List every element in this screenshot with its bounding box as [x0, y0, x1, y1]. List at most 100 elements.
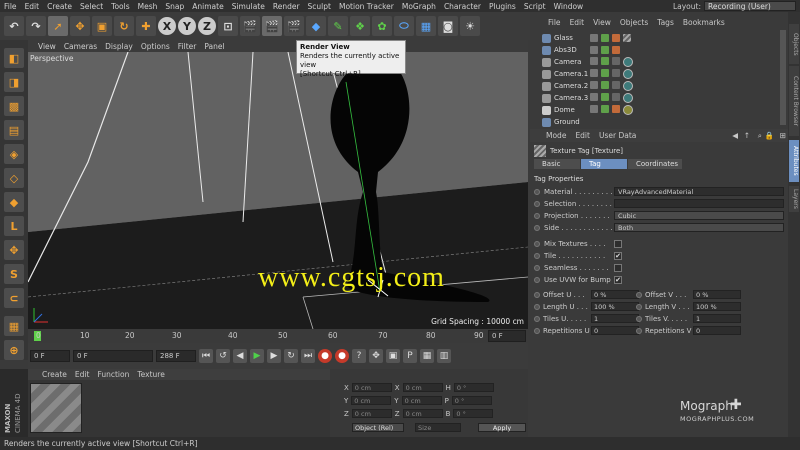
render-settings-icon[interactable]: 🎬 [284, 16, 304, 36]
vp-menu-display[interactable]: Display [105, 42, 133, 51]
tiles-u-field[interactable]: 1 [591, 314, 639, 323]
repetitions-u-field[interactable]: 0 [591, 326, 639, 335]
menu-simulate[interactable]: Simulate [228, 2, 269, 11]
obj-menu-tags[interactable]: Tags [657, 18, 674, 27]
object-row[interactable]: Camera.1 [530, 68, 788, 80]
menu-plugins[interactable]: Plugins [485, 2, 520, 11]
tab-coordinates[interactable]: Coordinates [628, 159, 682, 169]
texture-tag-icon[interactable] [623, 34, 631, 42]
menu-mesh[interactable]: Mesh [134, 2, 162, 11]
mat-menu-texture[interactable]: Texture [137, 370, 164, 379]
back-arrow-icon[interactable]: ◀ [732, 131, 738, 140]
enable-flag[interactable] [601, 105, 609, 113]
mix-textures-checkbox[interactable] [614, 239, 622, 248]
projection-dropdown[interactable]: Cubic [614, 211, 784, 220]
animate-dot[interactable] [636, 291, 642, 298]
scale-icon[interactable]: ▣ [92, 16, 112, 36]
redo-icon[interactable]: ↷ [26, 16, 46, 36]
array-icon[interactable]: ✿ [372, 16, 392, 36]
snap-icon[interactable]: S [4, 264, 24, 284]
current-frame-field[interactable]: 0 F [30, 350, 70, 362]
menu-file[interactable]: File [0, 2, 21, 11]
animate-dot[interactable] [636, 303, 642, 310]
tag-icon[interactable] [612, 105, 620, 113]
tab-attributes[interactable]: Attributes [789, 140, 799, 182]
apply-button[interactable]: Apply [478, 423, 526, 432]
tab-layers[interactable]: Layers [789, 186, 799, 212]
visibility-flag[interactable] [590, 105, 598, 113]
prev-key-icon[interactable]: ↺ [216, 349, 230, 363]
layout-dropdown[interactable]: Recording (User) [704, 1, 796, 11]
enable-flag[interactable] [601, 46, 609, 54]
workplane-grid-icon[interactable]: ▦ [4, 316, 24, 336]
next-frame-icon[interactable]: ▶ [267, 349, 281, 363]
coord-field[interactable]: 0 cm [351, 396, 392, 405]
menu-mograph[interactable]: MoGraph [398, 2, 440, 11]
repetitions-v-field[interactable]: 0 [693, 326, 741, 335]
play-icon[interactable]: ▶ [250, 349, 264, 363]
tag-icon[interactable] [612, 57, 620, 65]
enable-flag[interactable] [601, 57, 609, 65]
spline-pen-icon[interactable]: ✎ [328, 16, 348, 36]
animate-dot[interactable] [534, 264, 540, 271]
coord-size-dropdown[interactable]: Size [415, 423, 461, 432]
x-axis-icon[interactable]: X [158, 17, 176, 35]
coord-field[interactable]: 0 cm [402, 409, 443, 418]
axis-mode-icon[interactable]: L [4, 216, 24, 236]
attr-menu-edit[interactable]: Edit [575, 131, 590, 140]
offset-v-field[interactable]: 0 % [693, 290, 741, 299]
visibility-flag[interactable] [590, 46, 598, 54]
animate-dot[interactable] [636, 327, 642, 334]
length-u-field[interactable]: 100 % [591, 302, 639, 311]
tag-icon[interactable] [612, 34, 620, 42]
camera-tag-icon[interactable] [623, 69, 633, 79]
coord-field[interactable]: 0 cm [351, 383, 392, 392]
make-editable-icon[interactable]: ◧ [4, 48, 24, 68]
object-row[interactable]: Ground [530, 116, 788, 128]
move-icon[interactable]: ✥ [70, 16, 90, 36]
animate-dot[interactable] [534, 200, 540, 207]
object-row[interactable]: Abs3D [530, 44, 788, 56]
floor-icon[interactable]: ▦ [416, 16, 436, 36]
animate-dot[interactable] [534, 240, 540, 247]
tiles-v-field[interactable]: 1 [693, 314, 741, 323]
menu-motion-tracker[interactable]: Motion Tracker [335, 2, 398, 11]
camera-tag-icon[interactable] [623, 81, 633, 91]
tab-tag[interactable]: Tag [581, 159, 627, 169]
obj-menu-objects[interactable]: Objects [620, 18, 648, 27]
use-uvw-checkbox[interactable]: ✔ [614, 275, 622, 284]
cube-icon[interactable]: ◆ [306, 16, 326, 36]
y-axis-icon[interactable]: Y [178, 17, 196, 35]
record-active-icon[interactable]: ● [318, 349, 332, 363]
light-icon[interactable]: ☀ [460, 16, 480, 36]
tab-basic[interactable]: Basic [534, 159, 580, 169]
search-icon[interactable]: ⌕ [758, 131, 762, 141]
workplane-icon[interactable]: ▤ [4, 120, 24, 140]
obj-menu-view[interactable]: View [593, 18, 611, 27]
object-scrollbar[interactable] [780, 30, 786, 125]
enable-flag[interactable] [601, 93, 609, 101]
animate-dot[interactable] [534, 303, 540, 310]
rotate-icon[interactable]: ↻ [114, 16, 134, 36]
up-arrow-icon[interactable]: ↑ [744, 131, 750, 140]
vp-menu-options[interactable]: Options [141, 42, 170, 51]
z-axis-icon[interactable]: Z [198, 17, 216, 35]
key-scale-icon[interactable]: ▣ [386, 349, 400, 363]
enable-flag[interactable] [601, 34, 609, 42]
recent-tools-icon[interactable]: ✚ [136, 16, 156, 36]
menu-sculpt[interactable]: Sculpt [304, 2, 335, 11]
end-frame-field[interactable]: 0 F [488, 330, 526, 342]
coord-field[interactable]: 0 cm [351, 409, 392, 418]
end-frame-field-2[interactable]: 288 F [156, 350, 196, 362]
model-mode-icon[interactable]: ◨ [4, 72, 24, 92]
visibility-flag[interactable] [590, 34, 598, 42]
vp-menu-filter[interactable]: Filter [178, 42, 197, 51]
animate-dot[interactable] [534, 252, 540, 259]
vp-menu-cameras[interactable]: Cameras [64, 42, 97, 51]
key-move-icon[interactable]: ✥ [369, 349, 383, 363]
animate-dot[interactable] [534, 327, 540, 334]
animate-dot[interactable] [534, 291, 540, 298]
perspective-viewport[interactable]: Perspective Grid Spacing : 10000 cm www.… [28, 52, 528, 329]
tag-icon[interactable] [612, 81, 620, 89]
tab-content-browser[interactable]: Content Browser [789, 66, 799, 136]
